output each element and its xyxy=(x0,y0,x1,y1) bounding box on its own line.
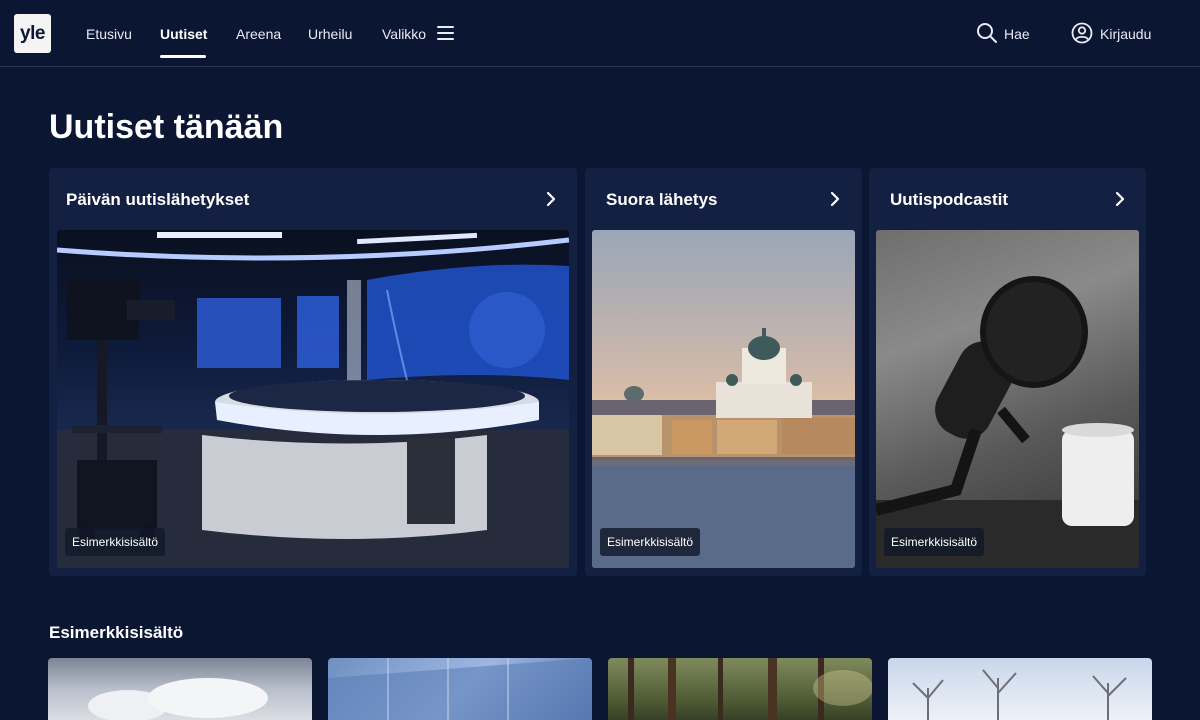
news-studio-image: Esimerkkisisältö xyxy=(57,230,569,568)
nav-urheilu[interactable]: Urheilu xyxy=(308,24,352,44)
active-nav-indicator xyxy=(160,55,206,58)
card-news-podcasts[interactable]: Uutispodcastit Esimerkkisisältö xyxy=(869,168,1146,576)
nav-valikko[interactable]: Valikko xyxy=(382,24,426,44)
microphone-image: Esimerkkisisältö xyxy=(876,230,1139,568)
card-title: Suora lähetys xyxy=(606,190,718,209)
microphone-illustration xyxy=(876,276,1139,568)
winter-trees-illustration xyxy=(912,669,1127,720)
thumbnail-forest[interactable] xyxy=(608,658,872,720)
studio-illustration xyxy=(57,232,569,568)
sample-content-badge: Esimerkkisisältö xyxy=(884,528,985,556)
search-label[interactable]: Hae xyxy=(1004,24,1030,44)
card-title: Päivän uutislähetykset xyxy=(66,190,250,209)
section-title: Esimerkkisisältö xyxy=(49,623,184,642)
thumbnail-winter-trees[interactable] xyxy=(888,658,1152,720)
forest-illustration xyxy=(628,658,872,720)
card-news-broadcasts[interactable]: Päivän uutislähetykset Esimerkkisisältö xyxy=(49,168,577,576)
nav-areena[interactable]: Areena xyxy=(236,24,281,44)
cityscape-illustration xyxy=(592,328,855,568)
building-illustration xyxy=(328,658,592,720)
user-icon[interactable] xyxy=(1071,22,1093,44)
chevron-right-icon[interactable] xyxy=(828,191,842,207)
thumbnail-building[interactable] xyxy=(328,658,592,720)
yle-logo[interactable]: yle xyxy=(14,14,51,53)
nav-etusivu[interactable]: Etusivu xyxy=(86,24,132,44)
top-navigation: yle Etusivu Uutiset Areena Urheilu Valik… xyxy=(0,0,1200,67)
chevron-right-icon[interactable] xyxy=(1113,191,1127,207)
login-label[interactable]: Kirjaudu xyxy=(1100,24,1151,44)
card-live-broadcast[interactable]: Suora lähetys Esimerkkisisältö xyxy=(585,168,862,576)
thumbnail-sky[interactable] xyxy=(48,658,312,720)
nav-uutiset[interactable]: Uutiset xyxy=(160,24,207,44)
search-icon[interactable] xyxy=(976,22,998,44)
card-title: Uutispodcastit xyxy=(890,190,1009,209)
sample-content-badge: Esimerkkisisältö xyxy=(600,528,701,556)
chevron-right-icon[interactable] xyxy=(544,191,558,207)
clouds-illustration xyxy=(88,678,268,720)
page-title: Uutiset tänään xyxy=(49,108,284,146)
helsinki-skyline-image: Esimerkkisisältö xyxy=(592,230,855,568)
sample-content-badge: Esimerkkisisältö xyxy=(65,528,166,556)
menu-icon[interactable] xyxy=(437,26,454,40)
